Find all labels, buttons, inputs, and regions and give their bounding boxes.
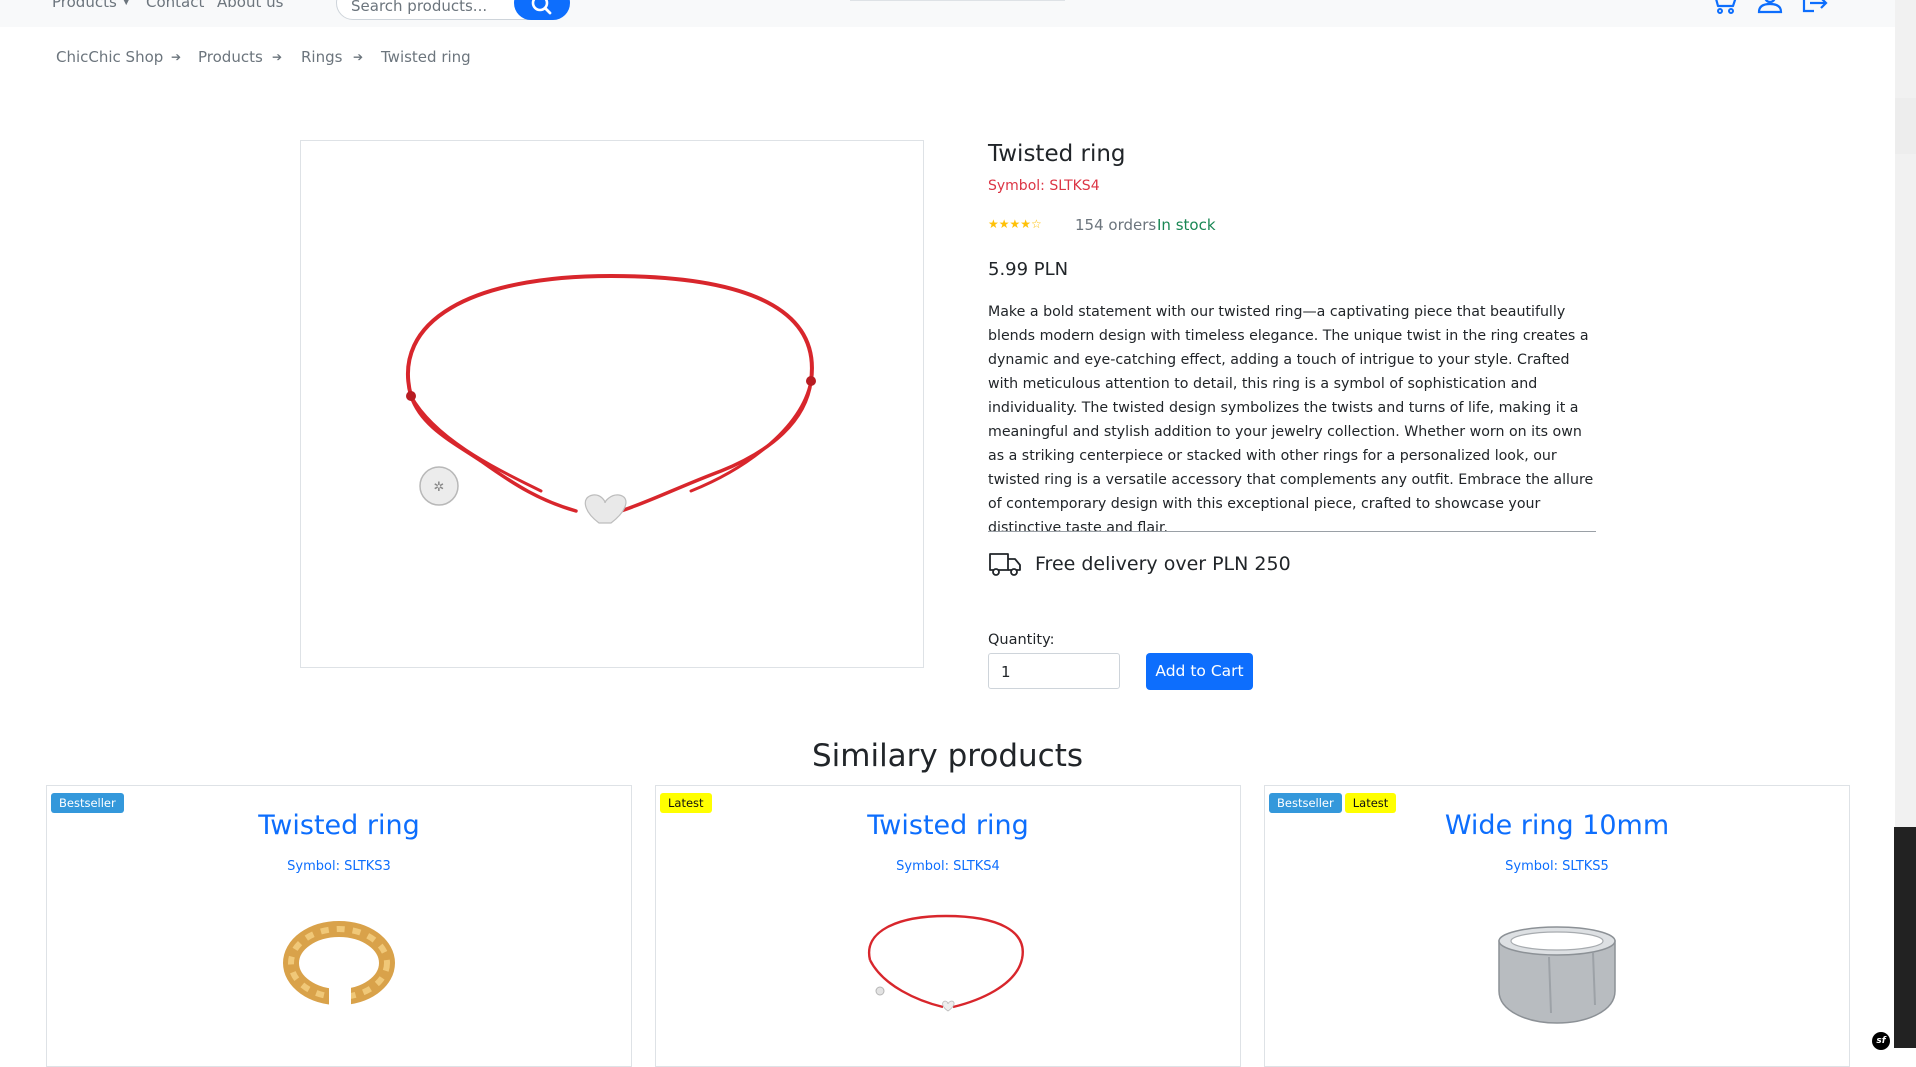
orders-count: 154 orders: [1075, 216, 1157, 234]
card-symbol: Symbol: SLTKS4: [896, 859, 1000, 874]
search-placeholder: Search products...: [351, 0, 488, 15]
scrollbar-thumb[interactable]: [1895, 98, 1916, 154]
product-title: Twisted ring: [988, 141, 1126, 167]
card-title-link[interactable]: Twisted ring: [47, 810, 631, 841]
similar-product-card[interactable]: Bestseller Twisted ring Symbol: SLTKS3: [46, 785, 632, 1067]
symfony-logo-icon[interactable]: sf: [1872, 1032, 1890, 1050]
arrow-right-icon: ➔: [272, 50, 283, 64]
nav-link-products[interactable]: Products ▼: [52, 0, 130, 10]
card-symbol: Symbol: SLTKS3: [287, 859, 391, 874]
red-cord-bracelet-image: ✲: [405, 273, 816, 524]
card-symbol: Symbol: SLTKS5: [1505, 859, 1609, 874]
product-price: 5.99 PLN: [988, 259, 1069, 280]
quantity-label: Quantity:: [988, 632, 1055, 648]
stock-status: In stock: [1157, 216, 1216, 234]
search-icon: [531, 0, 552, 15]
red-cord-bracelet-image[interactable]: [848, 901, 1048, 1041]
logout-icon[interactable]: [1800, 0, 1832, 16]
nav-link-contact[interactable]: Contact: [146, 0, 204, 10]
arrow-right-icon: ➔: [353, 50, 364, 64]
gold-twisted-ring-image[interactable]: [239, 901, 439, 1041]
breadcrumb-item-products[interactable]: Products: [198, 48, 263, 66]
quantity-value: 1: [1001, 663, 1011, 681]
svg-text:✲: ✲: [434, 480, 445, 495]
search-button[interactable]: [514, 0, 570, 20]
silver-wide-ring-image[interactable]: [1457, 901, 1657, 1041]
truck-icon: [989, 553, 1021, 576]
breadcrumb-item-shop[interactable]: ChicChic Shop: [56, 48, 163, 66]
similar-product-card[interactable]: Latest Twisted ring Symbol: SLTKS4: [655, 785, 1241, 1067]
product-image[interactable]: ✲: [300, 140, 924, 668]
similar-product-card[interactable]: Bestseller Latest Wide ring 10mm Symbol: …: [1264, 785, 1850, 1067]
debug-toolbar-panel[interactable]: [1894, 827, 1916, 1048]
add-to-cart-button[interactable]: Add to Cart: [1146, 653, 1253, 690]
badge-group: Bestseller: [51, 792, 127, 813]
divider: [988, 531, 1596, 532]
arrow-right-icon: ➔: [171, 50, 182, 64]
breadcrumb-item-rings[interactable]: Rings: [301, 48, 342, 66]
badge-group: Bestseller Latest: [1269, 792, 1399, 813]
nav-link-about[interactable]: About us: [217, 0, 283, 10]
product-symbol: Symbol: SLTKS4: [988, 178, 1100, 194]
cart-icon[interactable]: [1708, 0, 1740, 16]
badge-group: Latest: [660, 792, 715, 813]
delivery-info: Free delivery over PLN 250: [1035, 553, 1291, 575]
similar-products-heading: Similary products: [811, 738, 1084, 774]
breadcrumb-item-current: Twisted ring: [381, 48, 471, 66]
chevron-down-icon: ▼: [122, 0, 130, 7]
card-title-link[interactable]: Wide ring 10mm: [1265, 810, 1849, 841]
card-title-link[interactable]: Twisted ring: [656, 810, 1240, 841]
quantity-input[interactable]: 1: [988, 653, 1120, 689]
product-description: Make a bold statement with our twisted r…: [988, 304, 1594, 536]
search-form: Search products...: [336, 0, 570, 20]
nav-divider: [850, 0, 1065, 1]
nav-link-products-label: Products: [52, 0, 117, 11]
user-icon[interactable]: [1754, 0, 1786, 16]
navbar: Products ▼ Contact About us Search produc…: [0, 0, 1895, 27]
rating-stars-icon: ★★★★☆: [988, 217, 1042, 231]
